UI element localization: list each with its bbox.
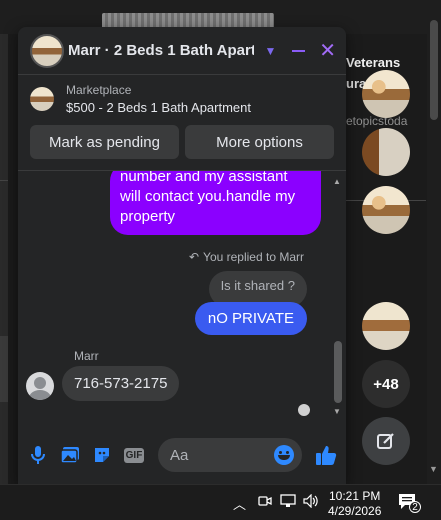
scroll-up-arrow-icon[interactable]: ▲: [333, 177, 341, 186]
photo-icon[interactable]: [58, 443, 82, 467]
more-options-button[interactable]: More options: [185, 125, 334, 159]
chat-window: Marr · 2 Beds 1 Bath Apart… ▼ ✕ Marketpl…: [18, 27, 346, 484]
chat-header: Marr · 2 Beds 1 Bath Apart… ▼ ✕: [18, 27, 346, 75]
clock-time: 10:21 PM: [329, 489, 381, 503]
close-icon[interactable]: ✕: [319, 41, 336, 61]
conversation-title[interactable]: Marr · 2 Beds 1 Bath Apart…: [68, 42, 254, 59]
notification-center-button[interactable]: 2: [398, 493, 421, 513]
sticker-icon[interactable]: [90, 443, 114, 467]
chevron-down-icon[interactable]: ▼: [264, 44, 276, 58]
outgoing-reply: nO PRIVATE: [194, 302, 307, 335]
chat-head-1[interactable]: [362, 70, 410, 118]
compose-icon: [377, 433, 394, 449]
clock-date: 4/29/2026: [328, 504, 382, 518]
sender-avatar[interactable]: [26, 372, 54, 400]
conversation-avatar[interactable]: [30, 33, 64, 68]
mark-as-pending-button[interactable]: Mark as pending: [30, 125, 179, 159]
page-scrollbar[interactable]: ▼: [427, 0, 441, 484]
scroll-down-arrow-icon[interactable]: ▼: [333, 407, 341, 416]
message-list: number and my assistant will contact you…: [18, 171, 332, 426]
page-scrollbar-thumb[interactable]: [430, 20, 438, 120]
notification-count: 2: [409, 501, 421, 513]
more-chats-button[interactable]: +48: [362, 360, 410, 408]
incoming-message: 716-573-2175: [62, 366, 180, 401]
listing-title: $500 - 2 Beds 1 Bath Apartment: [66, 100, 252, 115]
message-input-placeholder: Aa: [170, 446, 189, 464]
gif-icon[interactable]: GIF: [122, 443, 146, 467]
outgoing-message: number and my assistant will contact you…: [110, 171, 321, 235]
taskbar: ︿ 10:21 PM 4/29/2026 2: [0, 484, 441, 520]
chat-scrollbar[interactable]: ▲ ▼: [332, 177, 344, 417]
marketplace-listing[interactable]: Marketplace $500 - 2 Beds 1 Bath Apartme…: [18, 75, 346, 115]
reply-indicator: ↶ You replied to Marr: [188, 250, 304, 264]
chat-scrollbar-thumb[interactable]: [334, 341, 342, 403]
left-divider: [0, 180, 8, 181]
message-input[interactable]: Aa: [158, 438, 302, 472]
thumbs-up-icon: [316, 446, 337, 465]
microphone-icon[interactable]: [26, 443, 50, 467]
chat-head-4[interactable]: [362, 302, 410, 350]
meet-now-icon[interactable]: [258, 494, 272, 511]
new-message-button[interactable]: [362, 417, 410, 465]
minimize-icon[interactable]: [292, 49, 306, 52]
network-icon[interactable]: [280, 494, 296, 511]
message-composer: GIF Aa: [18, 431, 346, 479]
background-heading: Veterans: [346, 55, 401, 70]
seen-indicator-icon: [298, 404, 310, 416]
listing-thumbnail: [30, 87, 54, 111]
volume-icon[interactable]: [303, 493, 319, 511]
chevron-up-icon[interactable]: ︿: [233, 494, 246, 513]
chat-head-3[interactable]: [362, 186, 410, 234]
left-page-edge: [0, 34, 8, 484]
chat-head-2[interactable]: [362, 128, 410, 176]
listing-actions: Mark as pending More options: [18, 115, 346, 159]
like-button[interactable]: [314, 443, 338, 467]
system-clock[interactable]: 10:21 PM 4/29/2026: [328, 489, 381, 519]
sender-name: Marr: [74, 349, 99, 363]
marketplace-label: Marketplace: [66, 83, 132, 97]
reply-arrow-icon: ↶: [188, 250, 200, 264]
scroll-down-arrow-icon[interactable]: ▼: [429, 464, 438, 474]
emoji-icon[interactable]: [274, 445, 294, 465]
left-page-panel: [0, 336, 8, 402]
